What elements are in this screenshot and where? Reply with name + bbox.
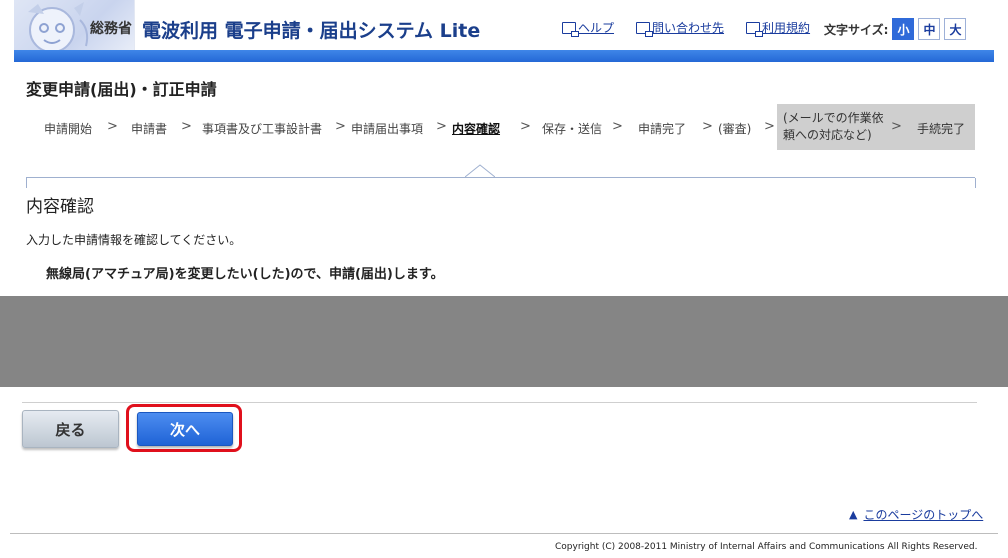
step-separator: > (891, 119, 902, 134)
step-design-docs: 事項書及び工事設計書 (202, 122, 323, 136)
page-title: 変更申請(届出)・訂正申請 (26, 80, 217, 99)
step-separator: > (107, 119, 118, 134)
step-separator: > (436, 119, 447, 134)
contact-link[interactable]: 問い合わせ先 (636, 19, 725, 37)
section-title: 内容確認 (26, 197, 94, 217)
step-application-complete: 申請完了 (638, 122, 687, 136)
step-separator: > (702, 119, 713, 134)
contact-link-label: 問い合わせ先 (652, 21, 725, 35)
footer-divider (10, 533, 998, 534)
copyright: Copyright (C) 2008-2011 Ministry of Inte… (555, 542, 978, 552)
font-size-selector: 文字サイズ: 小 中 大 (824, 18, 967, 40)
step-separator: > (612, 119, 623, 134)
divider (22, 402, 977, 403)
site-title: 電波利用 電子申請・届出システム Lite (142, 20, 481, 42)
next-button[interactable]: 次へ (137, 412, 233, 446)
font-size-medium-button[interactable]: 中 (918, 18, 941, 40)
progress-steps: 申請開始 > 申請書 > 事項書及び工事設計書 > 申請届出事項 > 内容確認 … (26, 104, 976, 150)
step-content-confirm: 内容確認 (452, 122, 501, 136)
step-separator: > (520, 119, 531, 134)
next-button-highlight: 次へ (126, 404, 242, 452)
help-link-label: ヘルプ (578, 21, 615, 35)
gray-overlay-band (0, 296, 1008, 387)
header-blue-bar (14, 50, 994, 62)
step-save-send: 保存・送信 (542, 122, 603, 136)
terms-link-label: 利用規約 (762, 21, 811, 35)
instruction-text: 入力した申請情報を確認してください。 (26, 233, 242, 247)
window-icon (746, 21, 764, 37)
content-frame (26, 177, 976, 188)
page-top-link-label: このページのトップへ (863, 508, 984, 522)
up-triangle-icon: ▲ (849, 508, 858, 521)
step-application-form: 申請書 (131, 122, 168, 136)
future-steps-box: (メールでの作業依頼への対応など) > 手続完了 (777, 104, 975, 150)
page-top-link[interactable]: ▲ このページのトップへ (849, 506, 983, 523)
font-size-small-button[interactable]: 小 (892, 18, 915, 40)
step-separator: > (181, 119, 192, 134)
font-size-large-button[interactable]: 大 (944, 18, 967, 40)
step-email-work: (メールでの作業依頼への対応など) (783, 111, 884, 142)
font-size-label: 文字サイズ: (824, 22, 889, 37)
header: 総務省 電波利用 電子申請・届出システム Lite ヘルプ 問い合わせ先 利用規… (0, 0, 1008, 50)
terms-link[interactable]: 利用規約 (746, 19, 811, 37)
header-links: ヘルプ 問い合わせ先 利用規約 (562, 19, 832, 37)
step-procedure-complete: 手続完了 (917, 122, 966, 136)
step-separator: > (764, 119, 775, 134)
window-icon (636, 21, 654, 37)
step-start: 申請開始 (44, 122, 93, 136)
window-icon (562, 21, 579, 37)
ministry-name: 総務省 (90, 21, 132, 37)
application-summary: 無線局(アマチュア局)を変更したい(した)ので、申請(届出)します。 (46, 267, 444, 282)
step-application-items: 申請届出事項 (351, 122, 424, 136)
back-button[interactable]: 戻る (22, 410, 119, 448)
help-link[interactable]: ヘルプ (562, 19, 615, 37)
step-review: (審査) (718, 122, 752, 136)
step-separator: > (335, 119, 346, 134)
